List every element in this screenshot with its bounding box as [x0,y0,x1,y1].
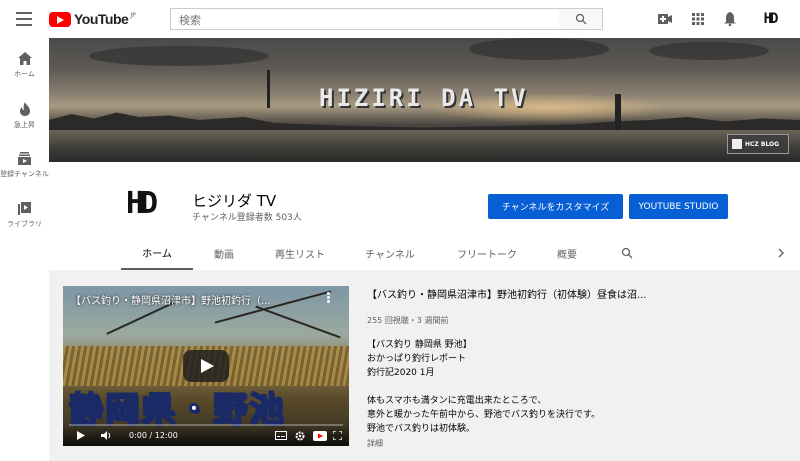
customize-channel-button[interactable]: チャンネルをカスタマイズ [488,194,623,219]
tabs-scroll-right-icon[interactable] [771,236,791,270]
tab-home[interactable]: ホーム [121,236,193,270]
banner-cloud [89,46,269,66]
more-options-icon[interactable] [327,292,331,304]
logo-text: YouTube [74,11,129,27]
player-time: 0:00 / 12:00 [129,431,178,440]
account-avatar[interactable]: HD [758,10,782,28]
read-more-link[interactable]: 詳細 [367,438,787,449]
search-box [170,8,560,31]
sidebar-item-label: 急上昇 [14,121,35,129]
tab-videos[interactable]: 動画 [201,236,247,270]
subtitles-icon[interactable] [275,431,287,440]
description-line: 野池でバス釣りは初体験。 [367,424,476,434]
description-line: 釣行記2020 1月 [367,368,435,378]
menu-icon[interactable] [16,12,32,26]
player-video-title[interactable]: 【バス釣り・静岡県沼津市】野池初釣行（... [71,292,271,307]
search-input[interactable] [171,10,559,31]
volume-icon[interactable] [101,431,112,440]
banner-tower [267,70,270,108]
settings-gear-icon[interactable] [295,431,305,441]
play-icon[interactable] [77,431,85,440]
sidebar-item-library[interactable]: ライブラリ [0,202,49,229]
video-meta: 255 回視聴・3 週間前 [367,316,449,325]
sidebar-item-label: 登録チャンネル [0,170,49,178]
library-icon [18,202,31,215]
subscriber-count: チャンネル登録者数 503人 [192,213,302,223]
banner-cloud [469,38,609,60]
youtube-play-icon [49,11,71,27]
search-icon [575,13,586,25]
video-description: 【バス釣り 静岡県 野池】 おかっぱり釣行レポート 釣行記2020 1月 体もス… [367,338,787,436]
sidebar-item-home[interactable]: ホーム [0,52,49,79]
featured-section: 【バス釣り・静岡県沼津市】野池初釣行（... 静岡県・野池 0:00 / 12:… [49,270,800,461]
thumb-branch [255,305,341,339]
play-button[interactable] [183,350,229,382]
channel-name: ヒジリダ TV [192,192,277,210]
flame-icon [19,102,30,116]
sidebar-item-trending[interactable]: 急上昇 [0,102,49,130]
notifications-bell-icon[interactable] [721,10,739,28]
youtube-logo[interactable]: YouTube JP [49,11,136,27]
banner-cloud [649,42,769,60]
apps-icon[interactable] [689,10,707,28]
banner-river [49,130,800,162]
description-line: 体もスマホも満タンに充電出来たところで、 [367,396,547,406]
featured-video-player[interactable]: 【バス釣り・静岡県沼津市】野池初釣行（... 静岡県・野池 0:00 / 12:… [63,286,349,446]
banner-link-badge[interactable]: HCZ BLOG [727,134,789,154]
banner-badge-text: HCZ BLOG [745,140,780,148]
channel-banner: HIZIRI DA TV HCZ BLOG [49,38,800,162]
youtube-watch-icon[interactable] [313,431,327,441]
channel-avatar: HD [126,186,158,221]
home-icon [17,52,32,65]
channel-header: HD ヒジリダ TV チャンネル登録者数 503人 チャンネルをカスタマイズ Y… [49,162,800,270]
channel-search-icon[interactable] [613,236,641,270]
tab-playlists[interactable]: 再生リスト [264,236,336,270]
create-video-icon[interactable] [656,10,674,28]
featured-video-title[interactable]: 【バス釣り・静岡県沼津市】野池初釣行（初体験）昼食は沼... [367,286,787,301]
tab-free-talk[interactable]: フリートーク [444,236,530,270]
fullscreen-icon[interactable] [333,431,342,440]
progress-bar[interactable] [69,424,343,426]
sidebar-item-label: ホーム [14,70,35,78]
description-line: 【バス釣り 静岡県 野池】 [367,340,472,350]
blog-icon [732,139,742,149]
banner-tower [615,94,621,130]
top-bar: YouTube JP HD [0,0,800,38]
youtube-studio-button[interactable]: YOUTUBE STUDIO [629,194,728,219]
search-button[interactable] [559,8,603,30]
banner-title: HIZIRI DA TV [319,84,529,112]
account-avatar-text: HD [763,11,779,27]
sidebar-item-subscriptions[interactable]: 登録チャンネル [0,152,49,179]
sidebar-item-label: ライブラリ [7,220,42,228]
description-line: おかっぱり釣行レポート [367,354,467,364]
tab-about[interactable]: 概要 [546,236,588,270]
description-line [367,380,787,394]
logo-region: JP [130,11,136,19]
channel-tabs: ホーム 動画 再生リスト チャンネル フリートーク 概要 [49,236,800,270]
featured-video-info: 【バス釣り・静岡県沼津市】野池初釣行（初体験）昼食は沼... 255 回視聴・3… [367,286,787,449]
description-line: 意外と暖かった午前中から、野池でバス釣りを決行です。 [367,410,601,420]
subscriptions-icon [18,152,31,165]
tab-channels[interactable]: チャンネル [354,236,426,270]
sidebar: ホーム 急上昇 登録チャンネル ライブラリ [0,38,49,461]
